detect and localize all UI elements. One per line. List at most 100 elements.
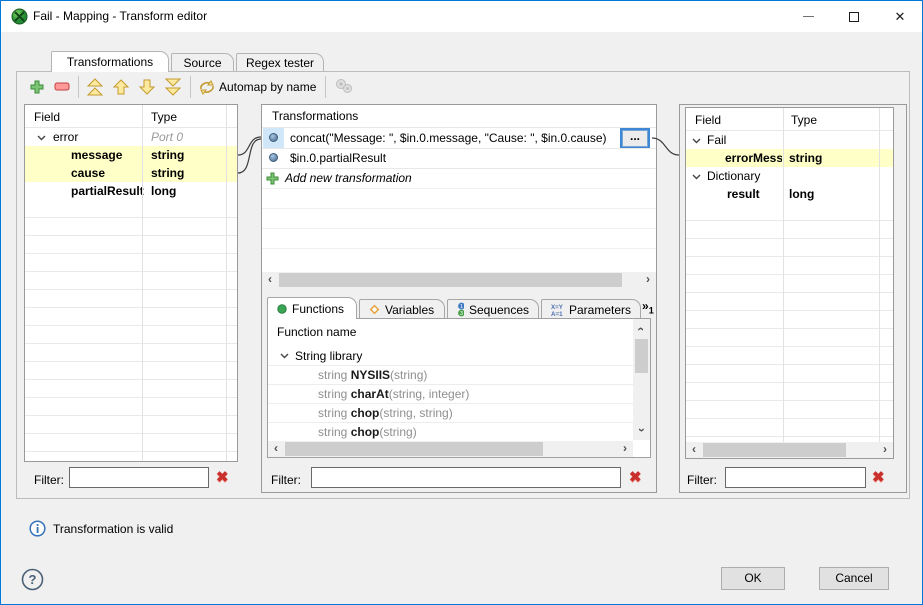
table-row[interactable]: result long (686, 185, 893, 203)
table-row[interactable]: errorMess string (686, 149, 893, 167)
scroll-right-icon[interactable]: › (617, 441, 633, 457)
settings-gears-icon[interactable] (334, 77, 354, 95)
scrollbar-thumb[interactable] (279, 273, 622, 287)
scroll-left-icon[interactable]: ‹ (268, 441, 284, 457)
maximize-button[interactable] (831, 1, 877, 32)
tab-parameters[interactable]: X=Y A=1 Parameters (541, 299, 641, 319)
move-down-button[interactable] (138, 78, 156, 96)
close-button[interactable]: ✕ (877, 1, 923, 32)
title-bar: Fail - Mapping - Transform editor ✕ (1, 1, 922, 32)
scroll-right-icon[interactable]: › (877, 442, 893, 458)
tab-overflow-button[interactable]: »1 (642, 299, 658, 319)
status-message: Transformation is valid (53, 521, 173, 537)
table-row[interactable]: Fail (686, 131, 893, 149)
field-name: errorMess (725, 149, 782, 167)
field-type: string (151, 164, 184, 182)
chevron-down-icon (37, 135, 46, 141)
minimize-icon (803, 16, 814, 17)
right-filter-input[interactable] (725, 467, 866, 488)
tab-source[interactable]: Source (171, 53, 234, 72)
tab-sequences[interactable]: 1 2 3 Sequences (447, 299, 539, 319)
scroll-down-icon[interactable]: › (633, 422, 649, 438)
transformation-expression: concat("Message: ", $in.0.message, "Caus… (290, 128, 607, 148)
functions-icon (277, 304, 287, 314)
scroll-right-icon[interactable]: › (640, 272, 656, 288)
move-up-button[interactable] (112, 78, 130, 96)
maximize-icon (849, 12, 859, 22)
scroll-left-icon[interactable]: ‹ (262, 272, 278, 288)
tab-regex-tester[interactable]: Regex tester (236, 53, 324, 72)
move-to-bottom-button[interactable] (164, 78, 182, 96)
field-type: string (789, 149, 822, 167)
svg-text:A=1: A=1 (551, 311, 563, 317)
scrollbar-thumb[interactable] (635, 339, 648, 373)
transformation-row[interactable]: $in.0.partialResult (262, 148, 656, 168)
function-row[interactable]: string NYSIIS(string) (268, 365, 633, 383)
transformation-row[interactable]: concat("Message: ", $in.0.message, "Caus… (262, 128, 656, 148)
right-clear-filter-icon[interactable]: ✖ (872, 470, 885, 486)
field-name: partialResult (71, 182, 144, 200)
middle-filter-label: Filter: (271, 470, 301, 490)
cancel-button[interactable]: Cancel (819, 567, 889, 590)
sequences-icon: 1 2 3 (457, 302, 464, 317)
function-row[interactable]: string chop(string, string) (268, 403, 633, 421)
functions-hscrollbar[interactable]: ‹ › (268, 441, 633, 457)
overflow-chevron-icon: » (642, 299, 649, 313)
move-to-top-button[interactable] (86, 78, 104, 96)
scroll-left-icon[interactable]: ‹ (686, 442, 702, 458)
remove-button[interactable] (54, 82, 70, 92)
automap-by-name-button[interactable]: Automap by name (219, 79, 316, 95)
table-row[interactable]: cause string (25, 164, 237, 182)
field-name: message (71, 146, 122, 164)
tab-variables[interactable]: Variables (359, 299, 445, 319)
toolbar-separator (78, 76, 79, 98)
svg-text:1: 1 (460, 304, 463, 310)
transformation-dot-icon (269, 133, 278, 142)
field-name: Dictionary (707, 167, 760, 185)
function-library-row[interactable]: String library (268, 347, 633, 365)
right-col-header-field: Field (695, 111, 721, 129)
close-icon: ✕ (895, 9, 906, 25)
add-new-transformation-row[interactable]: Add new transformation (262, 168, 656, 188)
left-filter-input[interactable] (69, 467, 209, 488)
ok-button[interactable]: OK (721, 567, 785, 590)
svg-text:3: 3 (460, 311, 463, 317)
help-button[interactable]: ? (21, 568, 44, 591)
plus-icon (266, 172, 279, 185)
table-row[interactable]: error Port 0 (25, 128, 237, 146)
table-row[interactable]: Dictionary (686, 167, 893, 185)
transformation-expression: $in.0.partialResult (290, 148, 386, 168)
field-type: string (151, 146, 184, 164)
output-hscrollbar[interactable]: ‹ › (686, 442, 893, 458)
transformations-hscrollbar[interactable]: ‹ › (262, 272, 656, 288)
function-row[interactable]: string chop(string) (268, 422, 633, 440)
variables-icon (369, 304, 380, 315)
scrollbar-thumb[interactable] (285, 442, 543, 456)
minimize-button[interactable] (785, 1, 831, 32)
field-type: Port 0 (151, 128, 183, 146)
add-button[interactable] (29, 79, 45, 95)
chevron-down-icon (692, 174, 701, 180)
functions-vscrollbar[interactable]: › › (633, 319, 650, 440)
field-name: cause (71, 164, 105, 182)
scroll-up-icon[interactable]: › (633, 321, 649, 337)
left-clear-filter-icon[interactable]: ✖ (216, 470, 229, 486)
middle-clear-filter-icon[interactable]: ✖ (629, 470, 642, 486)
tab-functions[interactable]: Functions (267, 297, 357, 319)
scrollbar-thumb[interactable] (703, 443, 846, 457)
right-col-header-type: Type (791, 111, 817, 129)
middle-filter-input[interactable] (311, 467, 621, 488)
table-row[interactable]: message string (25, 146, 237, 164)
left-filter-label: Filter: (34, 470, 64, 490)
tab-transformations[interactable]: Transformations (51, 51, 169, 72)
edit-transformation-button[interactable]: ... (622, 130, 648, 147)
functions-list-header: Function name (277, 323, 356, 341)
field-name: result (727, 185, 760, 203)
left-col-header-type: Type (151, 108, 177, 126)
automap-icon (198, 79, 216, 95)
chevron-down-icon (692, 138, 701, 144)
table-row[interactable]: partialResult long (25, 182, 237, 200)
function-row[interactable]: string charAt(string, integer) (268, 384, 633, 402)
transformations-header: Transformations (272, 107, 358, 125)
svg-text:?: ? (29, 572, 37, 587)
